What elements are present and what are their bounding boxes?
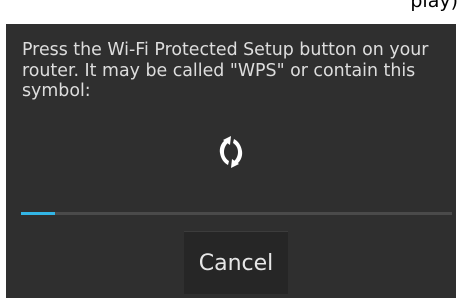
top-background-strip: play) bbox=[0, 0, 462, 24]
wps-dialog: Press the Wi-Fi Protected Setup button o… bbox=[6, 24, 456, 298]
wps-progress-fill bbox=[21, 212, 56, 215]
wps-icon bbox=[219, 136, 243, 168]
wps-instruction-text: Press the Wi-Fi Protected Setup button o… bbox=[22, 40, 429, 101]
wps-progress-bar bbox=[21, 212, 452, 215]
partial-header-text: play) bbox=[410, 0, 458, 12]
cancel-button[interactable]: Cancel bbox=[184, 231, 288, 294]
